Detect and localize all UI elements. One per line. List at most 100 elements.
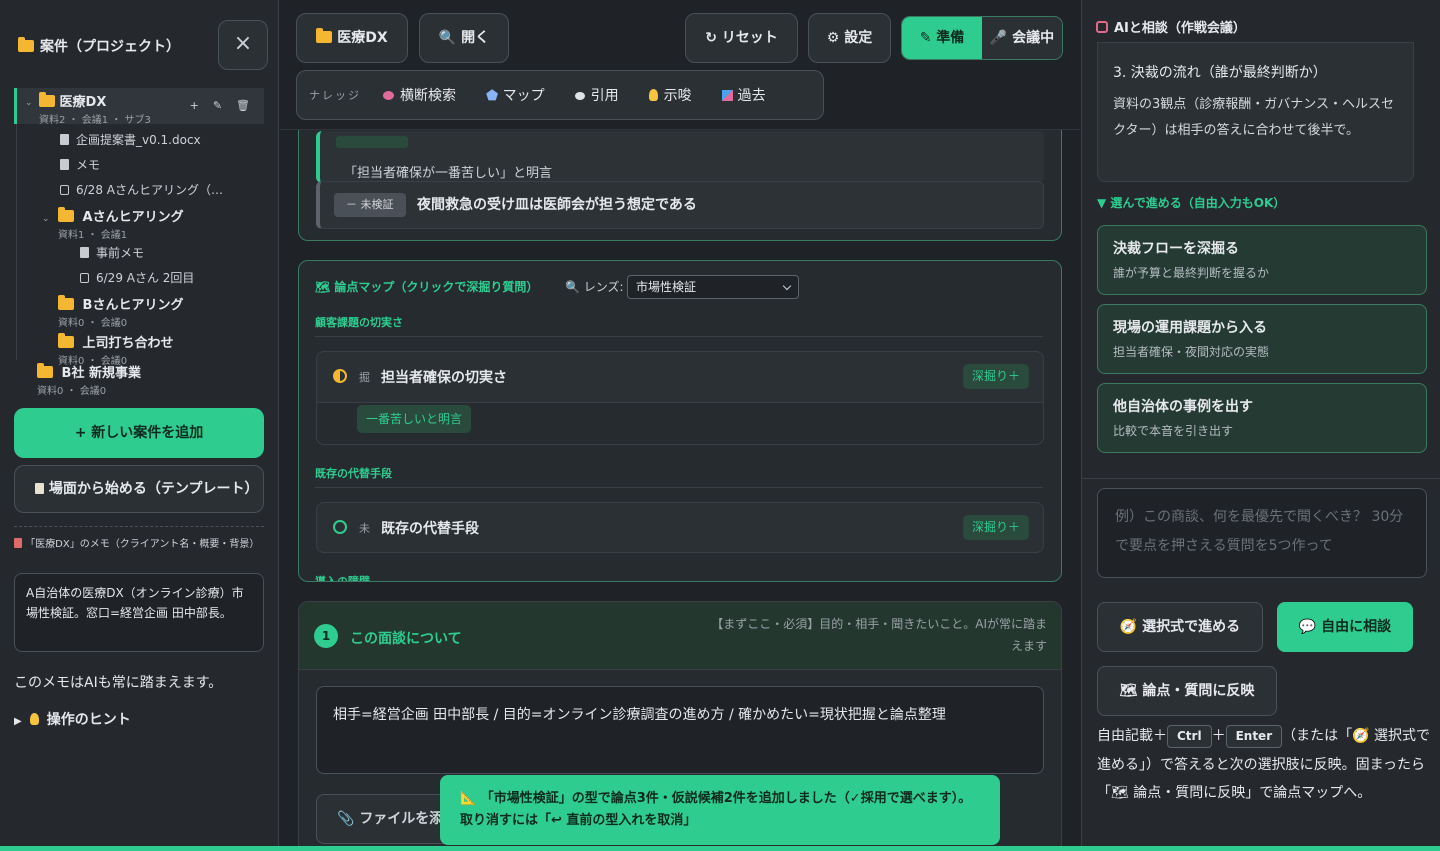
knowledge-bar: ナレッジ 横断検索 ⬟ マップ 引用 示唆 過去	[296, 70, 824, 120]
free-chat-button[interactable]: 💬 自由に相談	[1277, 602, 1413, 652]
folder-icon	[18, 37, 34, 52]
dig-deeper-button[interactable]: 深掘り＋	[962, 515, 1029, 540]
ai-message: 3. 決裁の流れ（誰が最終判断か） 資料の3観点（診療報酬・ガバナンス・ヘルスセ…	[1097, 42, 1414, 182]
search-icon: 🔍	[438, 30, 457, 46]
lens-select[interactable]: 市場性検証	[627, 275, 799, 299]
lightbulb-icon	[29, 713, 39, 725]
evidence-quote[interactable]: 「担当者確保が一番苦しい」と明言	[316, 131, 1044, 183]
compass-icon: 🧭	[1119, 619, 1138, 635]
issue-item[interactable]: 掘 担当者確保の切実さ 深掘り＋ 一番苦しいと明言	[316, 351, 1044, 445]
dig-deeper-button[interactable]: 深掘り＋	[962, 364, 1029, 389]
speech-bubble-icon	[574, 92, 585, 100]
chevron-down-icon[interactable]: ⌄	[25, 98, 33, 108]
speech-bubble-icon: 💬	[1298, 619, 1317, 635]
archive-icon	[721, 90, 733, 101]
choice-option[interactable]: 他自治体の事例を出す 比較で本音を引き出す	[1097, 383, 1427, 453]
unverified-badge[interactable]: － 未検証	[334, 193, 406, 217]
project-button[interactable]: 医療DX	[296, 13, 408, 63]
memo-label: 「医療DX」のメモ（クライアント名・概要・背景）	[14, 538, 264, 552]
kbd-enter: Enter	[1225, 725, 1283, 748]
document-icon	[80, 247, 89, 258]
paperclip-icon: 📎	[337, 811, 355, 827]
map-button[interactable]: ⬟ マップ	[486, 85, 545, 105]
file-item[interactable]: メモ	[60, 152, 264, 177]
past-button[interactable]: 過去	[721, 85, 766, 105]
meeting-item[interactable]: 6/28 Aさんヒアリング（…	[60, 177, 264, 202]
caret-right-icon: ▶	[14, 716, 22, 727]
mode-prep-tab[interactable]: ✎ 準備	[902, 17, 982, 59]
file-item[interactable]: 企画提案書_v0.1.docx	[60, 127, 264, 152]
toast-notification: 📐 「市場性検証」の型で論点3件・仮説候補2件を追加しました（✓採用で選べます）…	[440, 775, 1000, 845]
cross-search-button[interactable]: 横断検索	[383, 85, 456, 105]
sub-item-a-hearing[interactable]: ⌄ Aさんヒアリング 資料1 ・ 会議1	[14, 202, 264, 241]
mic-icon: 🎤	[989, 30, 1008, 46]
map-icon: 🗺	[315, 280, 331, 294]
project-tree: ⌄ 医療DX 資料2 ・ 会議1 ・ サブ3 + ✎ 🗑 企画提案書_v0.1.…	[14, 88, 264, 397]
quote-tag	[336, 136, 408, 148]
close-sidebar-button[interactable]: ×	[218, 20, 268, 70]
gear-icon: ⚙	[826, 30, 840, 46]
choice-label: ▼ 選んで進める（自由入力もOK）	[1097, 196, 1286, 210]
panel-title: AIと相談（作戦会議）	[1096, 17, 1246, 36]
mode-toggle: ✎ 準備 🎤 会議中	[901, 16, 1063, 60]
quote-button[interactable]: 引用	[574, 85, 619, 105]
map-icon: 🗺	[1119, 683, 1138, 699]
insight-button[interactable]: 示唆	[648, 85, 692, 105]
section-title: 顧客課題の切実さ	[315, 316, 403, 329]
meeting-icon	[60, 184, 69, 195]
sidebar-header: 案件（プロジェクト） ×	[14, 0, 268, 88]
project-actions: + ✎ 🗑	[190, 99, 250, 112]
meeting-purpose-input[interactable]: 相手=経営企画 田中部長 / 目的=オンライン診療調査の進め方 / 確かめたい=…	[316, 686, 1044, 774]
robot-icon	[1096, 21, 1108, 33]
folder-icon	[37, 363, 53, 378]
section-title: 既存の代替手段	[315, 467, 392, 480]
document-icon	[60, 134, 69, 145]
choice-option[interactable]: 現場の運用課題から入る 担当者確保・夜間対応の実態	[1097, 304, 1427, 374]
template-button[interactable]: 場面から始める（テンプレート）	[14, 465, 264, 513]
project-memo-input[interactable]: A自治体の医療DX（オンライン診療）市場性検証。窓口=経営企画 田中部長。	[14, 573, 264, 652]
mode-meeting-tab[interactable]: 🎤 会議中	[982, 17, 1062, 59]
add-project-button[interactable]: + 新しい案件を追加	[14, 408, 264, 458]
meeting-item[interactable]: 6/29 Aさん 2回目	[80, 265, 264, 290]
main-workspace: 医療DX 🔍 開く ↻ リセット ⚙ 設定 ✎ 準備 🎤 会議中 ナレッジ 横断…	[280, 0, 1080, 851]
map-icon: ⬟	[486, 88, 499, 104]
issue-item[interactable]: 未 既存の代替手段 深掘り＋	[316, 502, 1044, 553]
project-item-iryo-dx[interactable]: ⌄ 医療DX 資料2 ・ 会議1 ・ サブ3 + ✎ 🗑	[14, 88, 264, 126]
status-mark: 未	[359, 522, 370, 535]
folder-icon	[58, 295, 74, 310]
project-item-b-company[interactable]: B社 新規事業 資料0 ・ 会議0	[14, 358, 264, 397]
folder-icon	[316, 28, 333, 43]
reflect-to-map-button[interactable]: 🗺 論点・質問に反映	[1097, 666, 1277, 716]
status-bar	[0, 846, 1440, 851]
add-sub-icon[interactable]: +	[190, 99, 199, 112]
empty-circle-icon	[333, 520, 347, 534]
reset-button[interactable]: ↻ リセット	[685, 13, 798, 63]
chat-input[interactable]	[1097, 488, 1427, 578]
meeting-icon	[80, 272, 89, 283]
edit-icon[interactable]: ✎	[213, 99, 222, 112]
sub-item-b-hearing[interactable]: Bさんヒアリング 資料0 ・ 会議0	[14, 290, 264, 329]
search-icon: 🔍	[565, 280, 580, 294]
choice-option[interactable]: 決裁フローを深掘る 誰が予算と最終判断を握るか	[1097, 225, 1427, 295]
required-note: 【まずここ・必須】目的・相手・聞きたいこと。AIが常に踏まえます	[711, 617, 1047, 653]
hypothesis-item[interactable]: － 未検証 夜間救急の受け皿は医師会が担う想定である	[316, 181, 1044, 229]
issue-map-card: 🗺 論点マップ（クリックで深掘り質問） 🔍 レンズ: 市場性検証 顧客課題の切実…	[298, 260, 1062, 582]
toolbar: 医療DX 🔍 開く ↻ リセット ⚙ 設定 ✎ 準備 🎤 会議中 ナレッジ 横断…	[280, 0, 1080, 130]
chevron-down-icon[interactable]: ⌄	[42, 214, 50, 224]
brain-icon	[383, 91, 394, 100]
refresh-icon: ↻	[705, 30, 717, 46]
usage-tip: 自由記載＋ Ctrl ＋ Enter （または「🧭 選択式で進める」）で答えると次の選択…	[1097, 722, 1433, 808]
file-item[interactable]: 事前メモ	[80, 240, 264, 265]
divider	[315, 487, 1043, 488]
guided-mode-button[interactable]: 🧭 選択式で進める	[1097, 602, 1263, 652]
card-title: この面談について	[350, 631, 462, 647]
hint-toggle[interactable]: ▶ 操作のヒント	[14, 709, 131, 729]
settings-button[interactable]: ⚙ 設定	[808, 13, 891, 63]
memo-note: このメモはAIも常に踏まえます。	[14, 675, 223, 691]
trash-icon[interactable]: 🗑	[236, 99, 250, 112]
open-button[interactable]: 🔍 開く	[419, 13, 509, 63]
divider	[315, 336, 1043, 337]
folder-icon	[39, 92, 55, 107]
evidence-chip[interactable]: 一番苦しいと明言	[357, 405, 472, 433]
divider	[1082, 478, 1440, 479]
